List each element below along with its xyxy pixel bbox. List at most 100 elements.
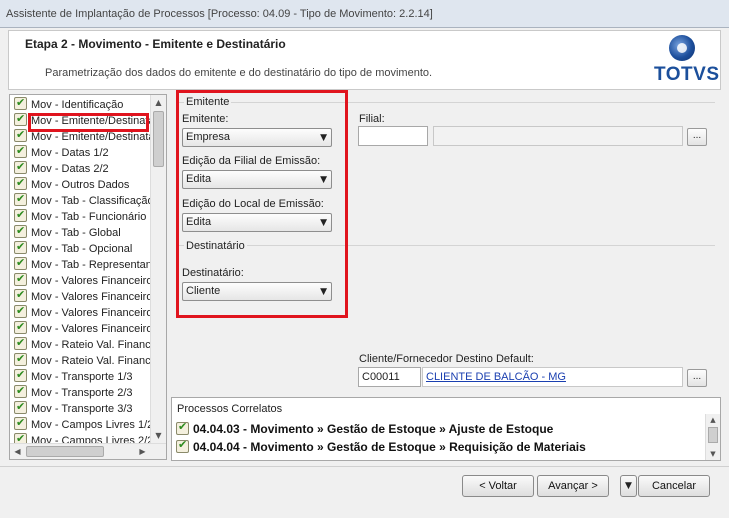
filial-label: Filial: — [359, 113, 385, 125]
filial-code-field[interactable] — [358, 126, 428, 146]
checkmark-icon — [14, 417, 27, 431]
cliente-default-label: Cliente/Fornecedor Destino Default: — [359, 353, 534, 365]
checkmark-icon — [14, 177, 27, 191]
step-item-label: Mov - Datas 2/2 — [31, 163, 109, 175]
step-item-label: Mov - Valores Financeiros — [31, 323, 150, 335]
related-processes-panel: Processos Correlatos 04.04.03 - Moviment… — [171, 397, 721, 461]
window-title: Assistente de Implantação de Processos [… — [6, 8, 433, 20]
step-item[interactable]: Mov - Valores Financeiros — [14, 305, 150, 321]
step-item-label: Mov - Rateio Val. Financeiros — [31, 355, 150, 367]
step-item-label: Mov - Valores Financeiros — [31, 291, 150, 303]
related-process-label: 04.04.03 - Movimento » Gestão de Estoque… — [193, 422, 554, 436]
scroll-thumb-horizontal[interactable] — [26, 446, 104, 457]
checkmark-icon — [14, 305, 27, 319]
cliente-name-field: CLIENTE DE BALCÃO - MG — [422, 367, 683, 387]
next-button[interactable]: Avançar > — [537, 475, 609, 497]
related-process-item[interactable]: 04.04.03 - Movimento » Gestão de Estoque… — [176, 420, 554, 436]
filial-lookup-button[interactable]: ... — [687, 128, 707, 146]
step-header: Etapa 2 - Movimento - Emitente e Destina… — [8, 30, 721, 90]
checkmark-icon — [14, 145, 27, 159]
checkmark-icon — [176, 438, 189, 453]
footer-divider — [0, 466, 729, 467]
step-item[interactable]: Mov - Campos Livres 1/2 — [14, 417, 150, 433]
step-item[interactable]: Mov - Valores Financeiros — [14, 289, 150, 305]
step-item-label: Mov - Emitente/Destinatário — [31, 131, 150, 143]
step-item[interactable]: Mov - Identificação — [14, 97, 150, 113]
checkmark-icon — [14, 97, 27, 111]
cliente-lookup-button[interactable]: ... — [687, 369, 707, 387]
step-item-label: Mov - Valores Financeiros — [31, 275, 150, 287]
filial-name-field — [433, 126, 683, 146]
checkmark-icon — [14, 257, 27, 271]
step-item[interactable]: Mov - Tab - Classificação — [14, 193, 150, 209]
step-item-label: Mov - Transporte 3/3 — [31, 403, 133, 415]
step-description: Parametrização dos dados do emitente e d… — [45, 67, 433, 79]
step-item-label: Mov - Tab - Funcionário — [31, 211, 147, 223]
checkmark-icon — [14, 273, 27, 287]
step-item[interactable]: Mov - Datas 2/2 — [14, 161, 150, 177]
checkmark-icon — [14, 353, 27, 367]
step-item[interactable]: Mov - Valores Financeiros — [14, 273, 150, 289]
emitente-destinatario-highlight — [176, 90, 348, 318]
step-item[interactable]: Mov - Rateio Val. Financeiros — [14, 337, 150, 353]
cliente-name-link[interactable]: CLIENTE DE BALCÃO - MG — [423, 368, 566, 383]
checkmark-icon — [176, 420, 189, 435]
step-item-label: Mov - Tab - Representante — [31, 259, 150, 271]
step-item-label: Mov - Rateio Val. Financeiros — [31, 339, 150, 351]
scroll-thumb[interactable] — [153, 111, 164, 167]
cliente-code-field[interactable]: C00011 — [358, 367, 421, 387]
related-process-label: 04.04.04 - Movimento » Gestão de Estoque… — [193, 440, 586, 454]
step-item-label: Mov - Tab - Opcional — [31, 243, 133, 255]
checkmark-icon — [14, 337, 27, 351]
steps-vertical-scrollbar[interactable]: ▲ ▼ — [150, 95, 166, 443]
related-processes-title: Processos Correlatos — [177, 403, 283, 415]
step-item-label: Mov - Valores Financeiros — [31, 307, 150, 319]
checkmark-icon — [14, 161, 27, 175]
scroll-thumb[interactable] — [708, 427, 718, 443]
checkmark-icon — [14, 401, 27, 415]
step-item-label: Mov - Campos Livres 1/2 — [31, 419, 150, 431]
step-item[interactable]: Mov - Valores Financeiros — [14, 321, 150, 337]
totvs-logo-text: TOTVS — [654, 64, 720, 85]
steps-horizontal-scrollbar[interactable]: ◀ ▶ — [10, 443, 166, 459]
step-title: Etapa 2 - Movimento - Emitente e Destina… — [25, 37, 286, 51]
checkmark-icon — [14, 289, 27, 303]
step-item-label: Mov - Identificação — [31, 99, 124, 111]
step-item-label: Mov - Transporte 2/3 — [31, 387, 133, 399]
step-item-label: Mov - Tab - Global — [31, 227, 121, 239]
step-item[interactable]: Mov - Outros Dados — [14, 177, 150, 193]
step-item[interactable]: Mov - Datas 1/2 — [14, 145, 150, 161]
checkmark-icon — [14, 321, 27, 335]
checkmark-icon — [14, 241, 27, 255]
checkmark-icon — [14, 225, 27, 239]
cancel-button[interactable]: Cancelar — [638, 475, 710, 497]
back-button[interactable]: < Voltar — [462, 475, 534, 497]
step-item-label: Mov - Datas 1/2 — [31, 147, 109, 159]
checkmark-icon — [14, 129, 27, 143]
window-titlebar: Assistente de Implantação de Processos [… — [0, 0, 729, 28]
scroll-up-icon[interactable]: ▲ — [706, 414, 720, 426]
more-options-chevron-icon[interactable]: ▼ — [620, 475, 637, 497]
step-item[interactable]: Mov - Tab - Opcional — [14, 241, 150, 257]
step-item[interactable]: Mov - Tab - Global — [14, 225, 150, 241]
step-item-label: Mov - Outros Dados — [31, 179, 130, 191]
processes-scrollbar[interactable]: ▲ ▼ — [705, 414, 720, 460]
scroll-right-icon[interactable]: ▶ — [135, 444, 150, 459]
checkmark-icon — [14, 385, 27, 399]
related-process-item[interactable]: 04.04.04 - Movimento » Gestão de Estoque… — [176, 438, 586, 454]
scroll-up-icon[interactable]: ▲ — [151, 95, 166, 110]
scroll-down-icon[interactable]: ▼ — [151, 428, 166, 443]
step-item[interactable]: Mov - Transporte 2/3 — [14, 385, 150, 401]
step-item[interactable]: Mov - Rateio Val. Financeiros — [14, 353, 150, 369]
scroll-left-icon[interactable]: ◀ — [10, 444, 25, 459]
checkmark-icon — [14, 369, 27, 383]
wizard-steps-list[interactable]: Mov - Identificação Mov - Emitente/Destin… — [9, 94, 167, 460]
checkmark-icon — [14, 113, 27, 127]
checkmark-icon — [14, 193, 27, 207]
step-item[interactable]: Mov - Tab - Representante — [14, 257, 150, 273]
step-item[interactable]: Mov - Tab - Funcionário — [14, 209, 150, 225]
scroll-down-icon[interactable]: ▼ — [706, 448, 720, 460]
step-item[interactable]: Mov - Transporte 1/3 — [14, 369, 150, 385]
step-item[interactable]: Mov - Transporte 3/3 — [14, 401, 150, 417]
step-item-label: Mov - Tab - Classificação — [31, 195, 150, 207]
